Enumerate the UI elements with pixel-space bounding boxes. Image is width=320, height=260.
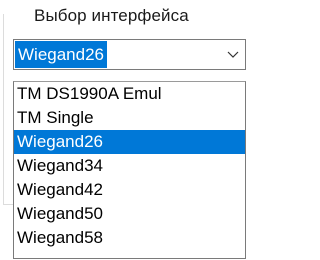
group-box-border — [3, 14, 4, 204]
combobox-dropdown-button[interactable] — [221, 40, 245, 69]
combobox-selected-value: Wiegand26 — [15, 41, 108, 68]
interface-selection-panel: Выбор интерфейса Wiegand26 TM DS1990A Em… — [0, 0, 252, 260]
interface-combobox[interactable]: Wiegand26 — [13, 39, 246, 70]
dropdown-option-wiegand50[interactable]: Wiegand50 — [14, 202, 245, 226]
chevron-down-icon — [227, 51, 239, 58]
dropdown-option-wiegand42[interactable]: Wiegand42 — [14, 178, 245, 202]
dropdown-option-tm-ds1990a-emul[interactable]: TM DS1990A Emul — [14, 82, 245, 106]
dropdown-option-wiegand58[interactable]: Wiegand58 — [14, 226, 245, 250]
dropdown-option-wiegand26[interactable]: Wiegand26 — [14, 130, 245, 154]
group-box-border-bottom — [3, 204, 13, 205]
interface-group-label: Выбор интерфейса — [34, 6, 189, 25]
dropdown-option-tm-single[interactable]: TM Single — [14, 106, 245, 130]
interface-dropdown-list: TM DS1990A Emul TM Single Wiegand26 Wieg… — [13, 81, 246, 259]
dropdown-option-wiegand34[interactable]: Wiegand34 — [14, 154, 245, 178]
